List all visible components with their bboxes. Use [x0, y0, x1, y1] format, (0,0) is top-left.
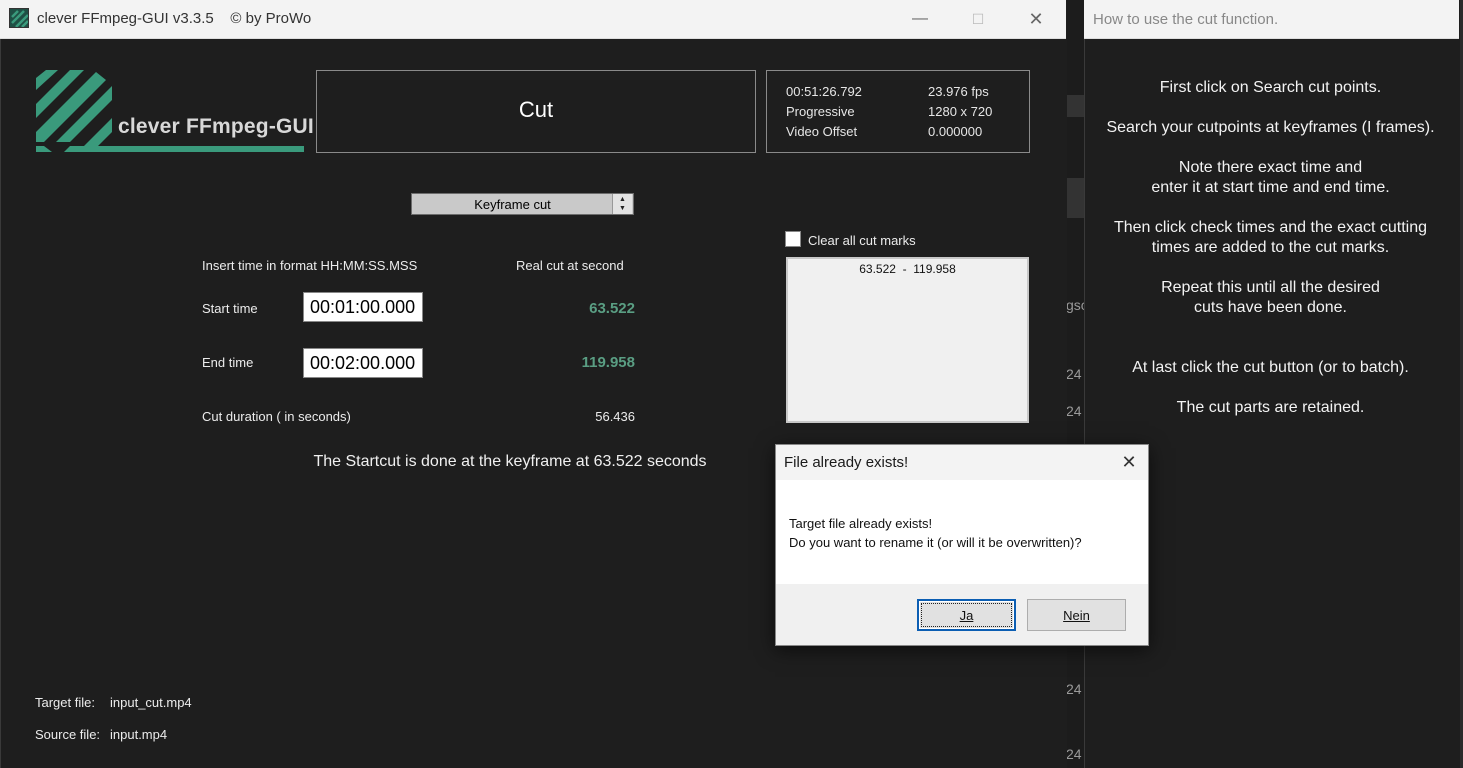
spin-up-icon[interactable]: ▲ — [619, 196, 626, 203]
target-file-label: Target file: — [35, 695, 95, 710]
help-line: At last click the cut button (or to batc… — [1132, 359, 1409, 376]
real-cut-header: Real cut at second — [516, 258, 624, 273]
maximize-button[interactable]: ☐ — [949, 0, 1007, 38]
help-line: Search your cutpoints at keyframes (I fr… — [1106, 119, 1435, 136]
clear-cut-marks-label[interactable]: Clear all cut marks — [808, 233, 916, 248]
background-window-strip: gsc 24 24 24 24 — [1066, 0, 1088, 768]
clear-cut-marks-checkbox[interactable] — [785, 231, 801, 247]
cut-mode-spin-buttons[interactable]: ▲ ▼ — [612, 194, 632, 214]
cut-mode-value: Keyframe cut — [474, 197, 551, 212]
help-line: times are added to the cut marks. — [1151, 239, 1390, 256]
video-offset-value: 0.000000 — [928, 124, 983, 139]
yes-button[interactable]: Ja — [917, 599, 1016, 631]
help-line: Repeat this until all the desired — [1161, 279, 1380, 296]
help-line: First click on Search cut points. — [1159, 79, 1382, 96]
help-line: The cut parts are retained. — [1176, 399, 1365, 416]
format-hint: Insert time in format HH:MM:SS.MSS — [202, 258, 418, 273]
video-scan-type: Progressive — [786, 104, 855, 119]
dialog-message-line: Target file already exists! — [789, 516, 933, 531]
list-item[interactable]: 63.522 - 119.958 — [786, 262, 1029, 276]
background-bar — [1066, 178, 1084, 218]
help-line: Then click check times and the exact cut… — [1113, 219, 1428, 236]
background-text: 24 — [1066, 681, 1082, 697]
video-resolution: 1280 x 720 — [928, 104, 993, 119]
help-line: cuts have been done. — [1193, 299, 1347, 316]
target-file-value: input_cut.mp4 — [110, 695, 192, 710]
end-time-input[interactable]: 00:02:00.000 — [303, 348, 423, 378]
help-line: Note there exact time and — [1178, 159, 1363, 176]
no-button[interactable]: Nein — [1027, 599, 1126, 631]
video-offset-label: Video Offset — [786, 124, 858, 139]
dialog-message-line: Do you want to rename it (or will it be … — [789, 535, 1082, 550]
start-time-label: Start time — [202, 301, 258, 316]
dialog-title: File already exists! — [784, 454, 909, 471]
mode-title: Cut — [518, 97, 554, 122]
end-real-cut-value: 119.958 — [581, 354, 635, 371]
background-text: 24 — [1066, 746, 1082, 762]
background-text: 24 — [1066, 403, 1082, 419]
dialog-body — [776, 480, 1148, 584]
logo-text: clever FFmpeg-GUI — [118, 115, 314, 138]
source-file-label: Source file: — [35, 727, 101, 742]
help-instructions: First click on Search cut points. Search… — [1088, 78, 1453, 438]
cut-marks-list[interactable] — [786, 257, 1029, 423]
cut-duration-value: 56.436 — [595, 409, 635, 424]
end-time-label: End time — [202, 355, 254, 370]
app-icon — [9, 8, 29, 28]
start-time-input[interactable]: 00:01:00.000 — [303, 292, 423, 322]
background-text: 24 — [1066, 366, 1082, 382]
minimize-button[interactable]: — — [891, 0, 949, 38]
background-bar — [1066, 95, 1084, 117]
video-duration: 00:51:26.792 — [786, 84, 862, 99]
window-title: clever FFmpeg-GUI v3.3.5 © by ProWo — [37, 10, 312, 27]
video-fps: 23.976 fps — [928, 84, 989, 99]
dialog-close-icon[interactable]: ✕ — [1112, 445, 1146, 479]
app-logo-icon — [36, 70, 304, 152]
help-line: enter it at start time and end time. — [1151, 179, 1390, 196]
close-button[interactable]: ✕ — [1007, 0, 1065, 38]
source-file-value: input.mp4 — [110, 727, 168, 742]
help-window-title: How to use the cut function. — [1093, 11, 1279, 28]
cut-duration-label: Cut duration ( in seconds) — [202, 409, 351, 424]
start-real-cut-value: 63.522 — [589, 300, 635, 317]
spin-down-icon[interactable]: ▼ — [619, 205, 626, 212]
